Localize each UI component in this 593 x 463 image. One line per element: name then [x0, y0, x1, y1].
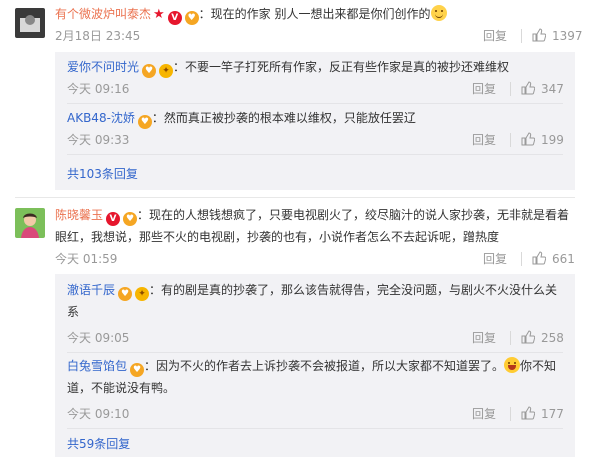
- like-button[interactable]: 1397: [532, 27, 583, 45]
- reply-box-1: 爱你不问时光 ♥ ✦ ：不要一竿子打死所有作家，反正有些作家是真的被抄还难维权 今天 …: [55, 52, 575, 190]
- reply-body: ：不要一竿子打死所有作家，反正有些作家是真的被抄还难维权: [173, 60, 510, 74]
- thumbs-up-icon: [532, 28, 546, 42]
- reply-button[interactable]: 回复: [472, 405, 496, 423]
- fan-badge-icon: ♥: [123, 212, 138, 226]
- reply-button[interactable]: 回复: [483, 250, 507, 268]
- comment-body: ：现在的作家 别人一想出来都是你们创作的: [198, 7, 431, 21]
- comment-username[interactable]: 有个微波炉叫泰杰: [55, 7, 151, 21]
- reply-divider: [67, 103, 563, 104]
- comment-text: 有个微波炉叫泰杰 ★ V ♥ ：现在的作家 别人一想出来都是你们创作的: [55, 3, 575, 26]
- reply-button[interactable]: 回复: [472, 329, 496, 347]
- fan-badge-icon: ♥: [118, 287, 133, 301]
- avatar[interactable]: [15, 208, 45, 238]
- star-icon: ★: [153, 7, 165, 22]
- like-button[interactable]: 258: [521, 329, 564, 347]
- fan-badge-icon: ♥: [137, 115, 152, 129]
- level-badge-icon: ✦: [135, 287, 150, 301]
- fan-badge-icon: ♥: [184, 11, 199, 25]
- comment-meta: 2月18日 23:45 回复 1397: [55, 27, 593, 45]
- reply-body: ：然而真正被抄袭的根本难以维权，只能放任罢辽: [151, 111, 416, 125]
- thumbs-up-icon: [521, 330, 535, 344]
- reply-divider: [67, 428, 563, 429]
- vip-badge-icon: V: [106, 212, 121, 226]
- fan-badge-icon: ♥: [142, 64, 157, 78]
- reply-body: ：有的剧是真的抄袭了，那么该告就得告，完全没问题，与剧火不火没什么关: [149, 283, 558, 297]
- thumbs-up-icon: [521, 81, 535, 95]
- divider: [510, 82, 511, 96]
- vip-badge-icon: V: [167, 11, 182, 25]
- reply-username[interactable]: 爱你不问时光: [67, 60, 139, 74]
- divider: [521, 29, 522, 43]
- comment-text: 陈晓馨玉 V ♥ ：现在的人想钱想疯了，只要电视剧火了，绞尽脑汁的说人家抄袭，无非就是…: [55, 204, 575, 248]
- reply-button[interactable]: 回复: [472, 131, 496, 149]
- divider: [521, 252, 522, 266]
- laugh-emoji-icon: [504, 357, 521, 373]
- timestamp: 2月18日 23:45: [55, 29, 141, 43]
- reply-username[interactable]: AKB48-沈娇: [67, 111, 135, 125]
- reply-divider: [67, 154, 563, 155]
- thumbs-up-icon: [532, 251, 546, 265]
- like-button[interactable]: 661: [532, 250, 575, 268]
- comment-body-line2: 眼红，我想说，那些不火的电视剧，抄袭的也有，小说作者怎么不去起诉呢，蹭热度: [55, 230, 500, 244]
- timestamp: 今天 09:05: [67, 331, 130, 345]
- like-count: 177: [541, 407, 564, 421]
- comment-body: ：现在的人想钱想疯了，只要电视剧火了，绞尽脑汁的说人家抄袭，无非就是看着: [137, 208, 570, 222]
- timestamp: 今天 01:59: [55, 252, 118, 266]
- more-replies-link[interactable]: 共103条回复: [67, 165, 138, 182]
- reply-body-line2: 道，不能说没有鸭。: [67, 381, 176, 395]
- like-button[interactable]: 347: [521, 80, 564, 98]
- reply-item: AKB48-沈娇 ♥ ：然而真正被抄袭的根本难以维权，只能放任罢辽 今天 09:33…: [67, 107, 575, 155]
- reply-body-tail: 你不知: [520, 359, 557, 373]
- reply-username[interactable]: 白兔雪馅包: [67, 359, 127, 373]
- like-count: 1397: [552, 29, 583, 43]
- avatar[interactable]: [15, 8, 45, 38]
- reply-button[interactable]: 回复: [472, 80, 496, 98]
- timestamp: 今天 09:16: [67, 82, 130, 96]
- comment-username[interactable]: 陈晓馨玉: [55, 208, 103, 222]
- divider: [510, 133, 511, 147]
- reply-divider: [67, 352, 563, 353]
- reply-button[interactable]: 回复: [483, 27, 507, 45]
- timestamp: 今天 09:33: [67, 133, 130, 147]
- like-button[interactable]: 199: [521, 131, 564, 149]
- divider: [510, 331, 511, 345]
- level-badge-icon: ✦: [159, 64, 174, 78]
- reply-body: ：因为不火的作者去上诉抄袭不会被报道，所以大家都不知道罢了。: [144, 359, 505, 373]
- timestamp: 今天 09:10: [67, 407, 130, 421]
- reply-item: 爱你不问时光 ♥ ✦ ：不要一竿子打死所有作家，反正有些作家是真的被抄还难维权 今天 …: [67, 56, 575, 104]
- thumbs-up-icon: [521, 132, 535, 146]
- more-replies-link[interactable]: 共59条回复: [67, 435, 130, 452]
- reply-box-2: 澈语千辰 ♥ ✦ ：有的剧是真的抄袭了，那么该告就得告，完全没问题，与剧火不火没什么关…: [55, 274, 575, 457]
- like-count: 199: [541, 133, 564, 147]
- comment-divider: [15, 197, 575, 198]
- comment-meta: 今天 01:59 回复 661: [55, 250, 593, 268]
- reply-item: 白兔雪馅包 ♥ ：因为不火的作者去上诉抄袭不会被报道，所以大家都不知道罢了。 你不知 …: [67, 355, 575, 429]
- reply-item: 澈语千辰 ♥ ✦ ：有的剧是真的抄袭了，那么该告就得告，完全没问题，与剧火不火没什么关…: [67, 279, 575, 353]
- reply-username[interactable]: 澈语千辰: [67, 283, 115, 297]
- smile-emoji-icon: [430, 5, 447, 21]
- reply-body-line2: 系: [67, 305, 80, 319]
- like-button[interactable]: 177: [521, 405, 564, 423]
- thumbs-up-icon: [521, 406, 535, 420]
- fan-badge-icon: ♥: [130, 363, 145, 377]
- like-count: 347: [541, 82, 564, 96]
- like-count: 258: [541, 331, 564, 345]
- like-count: 661: [552, 252, 575, 266]
- divider: [510, 407, 511, 421]
